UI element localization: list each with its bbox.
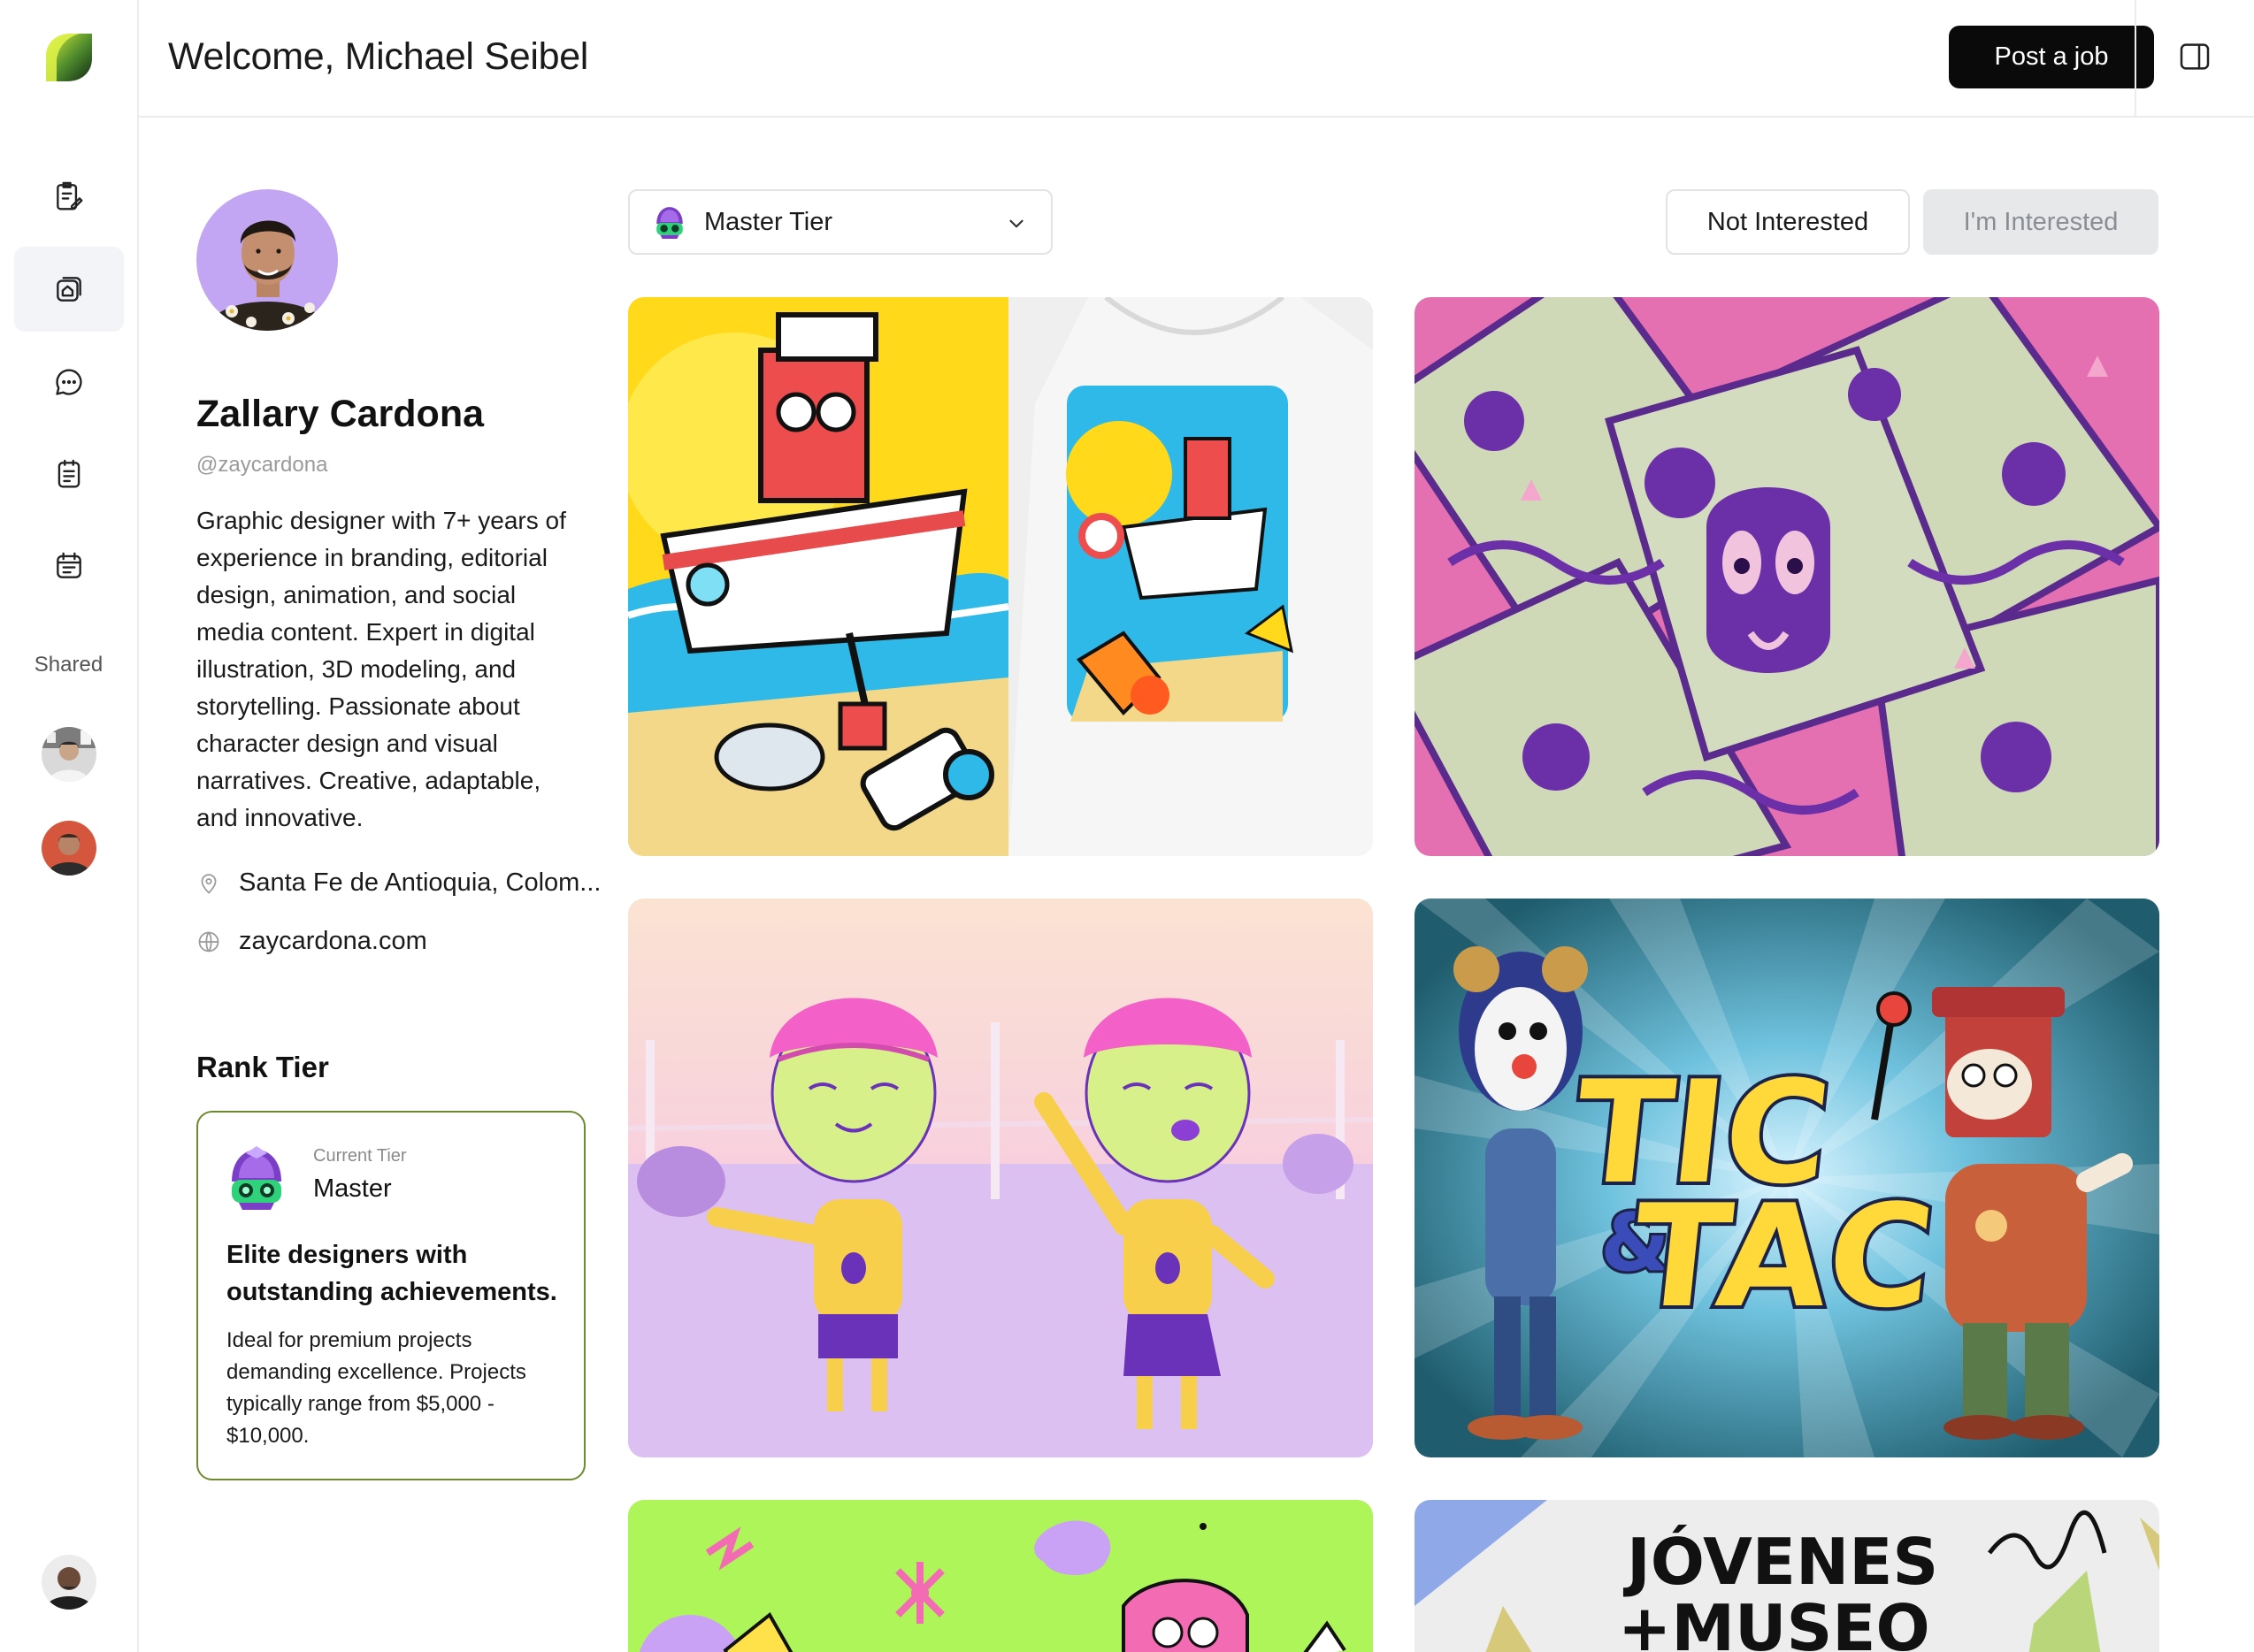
shared-avatar-1[interactable]	[42, 727, 96, 782]
leaf-logo-icon	[46, 34, 92, 81]
nav-portfolio[interactable]	[14, 247, 124, 332]
profile-website[interactable]: zaycardona.com	[196, 927, 427, 956]
tier-description: Ideal for premium projects demanding exc…	[226, 1328, 526, 1448]
welcome-title: Welcome, Michael Seibel	[168, 35, 589, 78]
post-job-button[interactable]: Post a job	[1949, 26, 2154, 88]
profile-location: Santa Fe de Antioquia, Colom...	[196, 868, 601, 898]
rank-tier-heading: Rank Tier	[196, 1051, 329, 1083]
tac-title-text: TAC	[1625, 1174, 1942, 1338]
pink-purple-print-artwork	[1414, 297, 2159, 856]
jovenes-museo-poster-artwork: JÓVENES +MUSEO	[1414, 1500, 2159, 1652]
chevron-down-icon	[1009, 219, 1024, 228]
tier-select-dropdown[interactable]: Master Tier	[628, 189, 1053, 255]
portfolio-item-1[interactable]	[628, 297, 1373, 856]
tier-headline: Elite designers with outstanding achieve…	[226, 1241, 557, 1306]
profile-handle: @zaycardona	[196, 453, 328, 477]
profile-name: Zallary Cardona	[196, 393, 484, 435]
interested-button[interactable]: I'm Interested	[1923, 189, 2158, 255]
location-text: Santa Fe de Antioquia, Colom...	[239, 868, 602, 897]
calendar-icon	[57, 552, 81, 578]
current-tier-label: Current Tier	[313, 1146, 407, 1166]
nav-notes[interactable]	[14, 432, 124, 516]
globe-icon	[198, 931, 219, 952]
website-link[interactable]: zaycardona.com	[239, 927, 427, 956]
master-badge-icon	[232, 1146, 281, 1210]
portfolio-item-2[interactable]	[1414, 297, 2159, 856]
notes-icon	[58, 459, 80, 488]
portfolio-item-5[interactable]	[628, 1500, 1373, 1652]
location-pin-icon	[201, 873, 217, 894]
top-header: Welcome, Michael Seibel Post a job	[139, 0, 2254, 118]
shared-section-label: Shared	[34, 653, 104, 677]
master-tier-badge	[226, 1146, 287, 1210]
nav-edit-document[interactable]	[14, 154, 124, 239]
left-rail: Shared	[0, 0, 139, 1652]
not-interested-button[interactable]: Not Interested	[1666, 189, 1910, 255]
side-panel-icon	[2180, 43, 2210, 70]
current-tier-name: Master	[313, 1174, 392, 1203]
app-logo[interactable]	[41, 30, 96, 85]
profile-avatar	[196, 189, 338, 331]
portfolio-item-6[interactable]: JÓVENES +MUSEO	[1414, 1500, 2159, 1652]
nav-calendar[interactable]	[14, 524, 124, 608]
pink-hair-twins-animation-artwork	[628, 899, 1373, 1457]
profile-bio: Graphic designer with 7+ years of experi…	[196, 507, 566, 831]
avatar-image	[42, 727, 96, 782]
edit-document-icon	[57, 181, 83, 210]
portfolio-icon	[57, 277, 81, 302]
museo-title-text: +MUSEO	[1618, 1591, 1930, 1652]
profile-photo	[196, 189, 338, 331]
header-divider	[2135, 0, 2136, 116]
portfolio-item-4[interactable]: TIC & TAC	[1414, 899, 2159, 1457]
cruise-ship-tshirt-artwork	[628, 297, 1373, 856]
master-badge-icon	[656, 207, 683, 239]
tic-tac-cartoon-artwork: TIC & TAC	[1414, 899, 2159, 1457]
nav-chat[interactable]	[14, 340, 124, 424]
portfolio-item-3[interactable]	[628, 899, 1373, 1457]
jovenes-title-text: JÓVENES	[1622, 1525, 1938, 1599]
chat-icon	[56, 369, 82, 395]
tier-select-value: Master Tier	[704, 207, 833, 236]
avatar-image	[42, 821, 96, 876]
green-characters-artwork	[628, 1500, 1373, 1652]
avatar-image	[42, 1555, 96, 1610]
current-user-avatar[interactable]	[42, 1555, 96, 1610]
rank-tier-card: Current Tier Master Elite designers with…	[196, 1111, 586, 1480]
shared-avatar-2[interactable]	[42, 821, 96, 876]
toggle-panel-button[interactable]	[2177, 39, 2212, 74]
